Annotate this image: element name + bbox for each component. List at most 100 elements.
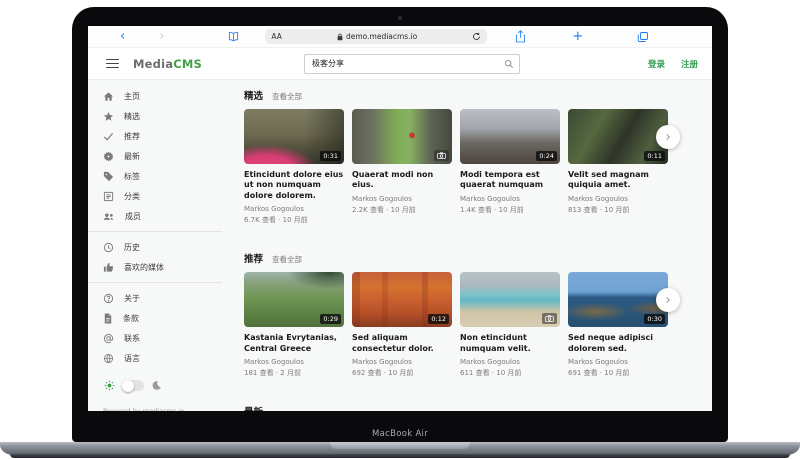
media-author[interactable]: Markos Gogoulos: [460, 195, 560, 203]
media-card[interactable]: Quaerat modi non eius. Markos Gogoulos 2…: [352, 109, 452, 225]
sidebar-item-contact[interactable]: 联系: [88, 328, 222, 348]
media-stats: 2.2K 查看 · 10 月前: [352, 205, 452, 215]
sidebar-item-about[interactable]: 关于: [88, 288, 222, 308]
share-icon[interactable]: [515, 30, 526, 43]
media-author[interactable]: Markos Gogoulos: [568, 358, 668, 366]
webcam-dot: [398, 16, 402, 20]
media-title[interactable]: Velit sed magnam quiquia amet.: [568, 170, 668, 191]
media-stats: 813 查看 · 10 月前: [568, 205, 668, 215]
carousel-next-button[interactable]: [656, 288, 680, 312]
media-title[interactable]: Non etincidunt numquam velit.: [460, 333, 560, 354]
history-icon: [103, 242, 114, 253]
reload-icon[interactable]: [472, 32, 481, 41]
sidebar-item-home[interactable]: 主页: [88, 86, 222, 106]
carousel-next-button[interactable]: [656, 125, 680, 149]
media-author[interactable]: Markos Gogoulos: [352, 195, 452, 203]
new-tab-icon[interactable]: +: [572, 30, 583, 43]
reader-mode-button[interactable]: AA: [271, 32, 281, 41]
media-title[interactable]: Sed neque adipisci dolorem sed.: [568, 333, 668, 354]
video-thumbnail[interactable]: 0:31: [244, 109, 344, 164]
media-card[interactable]: 0:30 Sed neque adipisci dolorem sed. Mar…: [568, 272, 668, 378]
address-bar[interactable]: AA demo.mediacms.io: [265, 29, 487, 44]
media-title[interactable]: Etincidunt dolore eius ut non numquam do…: [244, 170, 344, 201]
media-card[interactable]: 0:11 Velit sed magnam quiquia amet. Mark…: [568, 109, 668, 225]
media-card[interactable]: 0:12 Sed aliquam consectetur dolor. Mark…: [352, 272, 452, 378]
video-thumbnail[interactable]: 0:30: [568, 272, 668, 327]
category-icon: [103, 191, 114, 202]
media-stats: 6.7K 查看 · 10 月前: [244, 215, 344, 225]
search-box[interactable]: [304, 54, 520, 74]
duration-badge: 0:29: [320, 314, 341, 324]
app-logo[interactable]: MediaCMS: [133, 57, 202, 71]
login-link[interactable]: 登录: [648, 58, 665, 70]
search-input[interactable]: [305, 59, 499, 68]
question-icon: [103, 293, 114, 304]
globe-icon: [103, 353, 114, 364]
media-title[interactable]: Kastania Evrytanias, Central Greece: [244, 333, 344, 354]
chevron-right-icon: [664, 296, 672, 304]
media-author[interactable]: Markos Gogoulos: [352, 358, 452, 366]
theme-toggle-switch[interactable]: [122, 380, 144, 391]
media-card[interactable]: 0:31 Etincidunt dolore eius ut non numqu…: [244, 109, 344, 225]
media-stats: 611 查看 · 10 月前: [460, 368, 560, 378]
macbook-label: MacBook Air: [72, 429, 728, 439]
view-all-link[interactable]: 查看全部: [272, 91, 302, 102]
media-author[interactable]: Markos Gogoulos: [568, 195, 668, 203]
register-link[interactable]: 注册: [681, 58, 698, 70]
image-thumbnail[interactable]: [460, 272, 560, 327]
sidebar-item-members[interactable]: 成员: [88, 206, 222, 226]
star-icon: [103, 111, 114, 122]
section-latest: 最新: [244, 404, 712, 411]
section-title: 最新: [244, 404, 263, 411]
section-title: 推荐: [244, 251, 263, 265]
sidebar-item-latest[interactable]: 最新: [88, 146, 222, 166]
theme-toggle-row: [88, 380, 222, 391]
sidebar-item-liked[interactable]: 喜欢的媒体: [88, 257, 222, 277]
section-featured: 精选 查看全部 0:31 Etincidunt dolore eius ut n…: [244, 88, 712, 225]
view-all-link[interactable]: 查看全部: [272, 254, 302, 265]
media-title[interactable]: Quaerat modi non eius.: [352, 170, 452, 191]
video-thumbnail[interactable]: 0:24: [460, 109, 560, 164]
media-author[interactable]: Markos Gogoulos: [244, 205, 344, 213]
video-thumbnail[interactable]: 0:29: [244, 272, 344, 327]
sidebar-divider: [88, 231, 222, 232]
search-icon[interactable]: [499, 55, 519, 73]
sidebar-item-recommended[interactable]: 推荐: [88, 126, 222, 146]
media-author[interactable]: Markos Gogoulos: [244, 358, 344, 366]
video-thumbnail[interactable]: 0:12: [352, 272, 452, 327]
macbook-base-edge: [10, 454, 790, 458]
sidebar-divider: [88, 282, 222, 283]
camera-icon: [434, 150, 449, 161]
media-author[interactable]: Markos Gogoulos: [460, 358, 560, 366]
duration-badge: 0:31: [320, 151, 341, 161]
sidebar-item-categories[interactable]: 分类: [88, 186, 222, 206]
main-content: 精选 查看全部 0:31 Etincidunt dolore eius ut n…: [222, 80, 712, 411]
back-icon[interactable]: ‹: [120, 30, 125, 43]
media-card[interactable]: 0:29 Kastania Evrytanias, Central Greece…: [244, 272, 344, 378]
lock-icon: [337, 33, 343, 41]
sidebar-item-history[interactable]: 历史: [88, 237, 222, 257]
bookmarks-icon[interactable]: [228, 31, 239, 42]
sidebar-item-tags[interactable]: 标签: [88, 166, 222, 186]
macbook-base-notch: [330, 442, 470, 449]
forward-icon[interactable]: ›: [159, 30, 164, 43]
check-icon: [103, 131, 114, 142]
media-title[interactable]: Sed aliquam consectetur dolor.: [352, 333, 452, 354]
tabs-icon[interactable]: [637, 31, 649, 43]
home-icon: [103, 91, 114, 102]
sidebar-item-featured[interactable]: 精选: [88, 106, 222, 126]
image-thumbnail[interactable]: [352, 109, 452, 164]
video-thumbnail[interactable]: 0:11: [568, 109, 668, 164]
menu-icon[interactable]: [106, 59, 119, 69]
media-title[interactable]: Modi tempora est quaerat numquam: [460, 170, 560, 191]
camera-icon: [542, 313, 557, 324]
section-title: 精选: [244, 88, 263, 102]
media-card[interactable]: Non etincidunt numquam velit. Markos Gog…: [460, 272, 560, 378]
media-stats: 181 查看 · 2 月前: [244, 368, 344, 378]
safari-toolbar: ‹ › AA demo.mediacms.io +: [88, 26, 712, 48]
sidebar-item-terms[interactable]: 条款: [88, 308, 222, 328]
media-stats: 1.4K 查看 · 10 月前: [460, 205, 560, 215]
powered-by-text[interactable]: Powered by mediacms.io: [88, 407, 222, 411]
sidebar-item-language[interactable]: 语言: [88, 348, 222, 368]
media-card[interactable]: 0:24 Modi tempora est quaerat numquam Ma…: [460, 109, 560, 225]
